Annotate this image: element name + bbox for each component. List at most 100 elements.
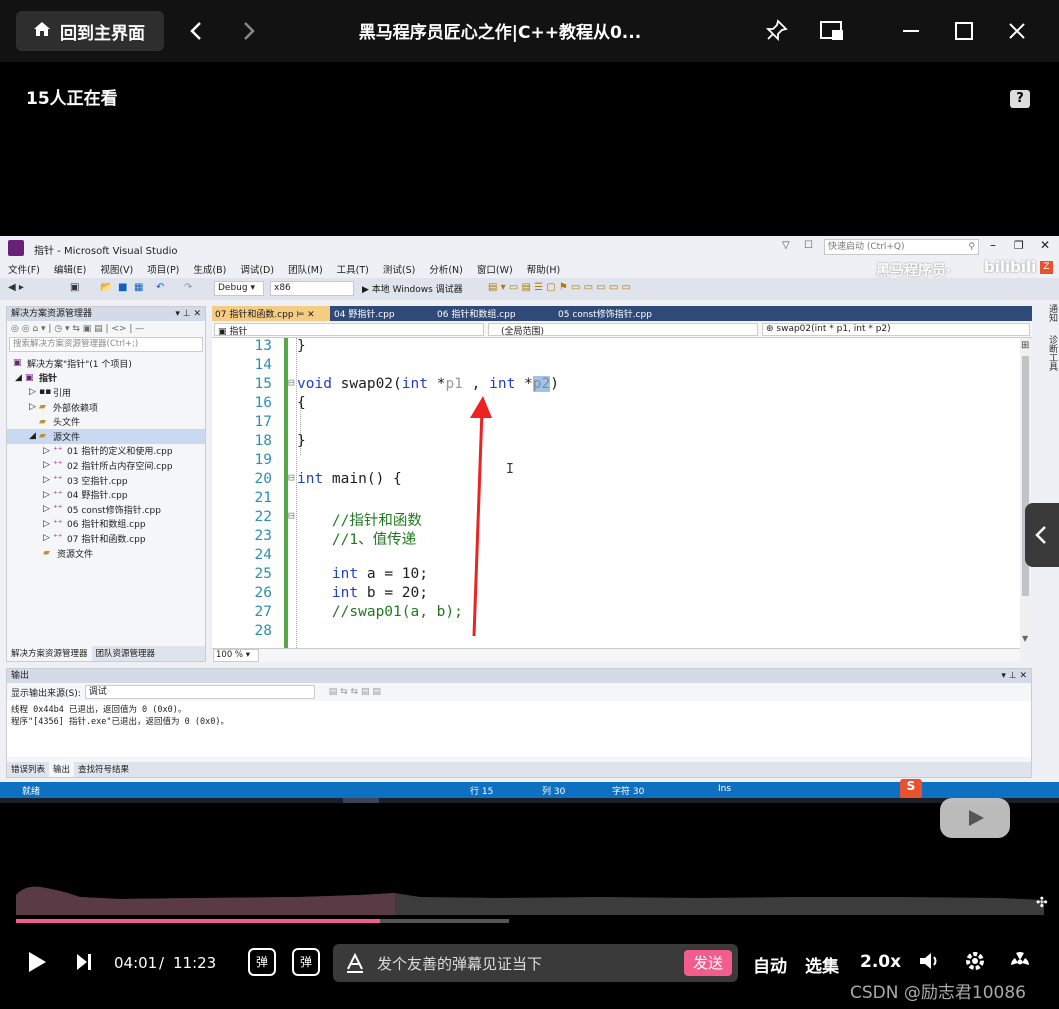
tab-file[interactable]: 05 const修饰指针.cpp xyxy=(558,307,652,320)
tab-active-file[interactable]: 07 指针和函数.cpp ⊨ ✕ xyxy=(212,306,330,321)
tab-solution-explorer[interactable]: 解决方案资源管理器 xyxy=(7,646,92,661)
output-toolbar-icons[interactable]: ▤ ⇆ ⇆ ▤ ▤ xyxy=(329,687,381,697)
tab-output[interactable]: 输出 xyxy=(49,762,75,777)
tree-file[interactable]: ▷ ⁺⁺ 06 指针和数组.cpp xyxy=(7,517,205,532)
menu-analyze[interactable]: 分析(N) xyxy=(429,262,463,276)
settings-gear-icon[interactable] xyxy=(964,950,986,976)
vs-close-icon[interactable]: ✕ xyxy=(1040,238,1050,252)
minimize-icon[interactable] xyxy=(891,11,931,51)
maximize-icon[interactable] xyxy=(944,11,984,51)
tab-file[interactable]: 04 野指针.cpp xyxy=(334,307,395,320)
tree-external-deps[interactable]: ▷ ▰ 外部依赖项 xyxy=(7,400,205,415)
mini-window-icon[interactable] xyxy=(812,11,852,51)
menu-edit[interactable]: 编辑(E) xyxy=(54,262,86,276)
play-icon[interactable] xyxy=(26,950,48,978)
zoom-select[interactable]: 100 % ▾ xyxy=(213,649,259,662)
tree-file[interactable]: ▷ ⁺⁺ 03 空指针.cpp xyxy=(7,473,205,488)
config-select[interactable]: Debug ▾ xyxy=(214,281,264,296)
collapse-icon[interactable]: ⊟ xyxy=(288,471,295,484)
new-project-icon[interactable]: ▣ xyxy=(70,282,79,293)
collapse-icon[interactable]: ⊟ xyxy=(288,509,295,522)
danmaku-toggle-icon[interactable]: 弹 xyxy=(248,948,276,976)
nav-back-icon[interactable]: ◀ ▸ xyxy=(8,282,24,293)
tree-source-files[interactable]: ◢ ▰ 源文件 xyxy=(7,428,205,444)
tree-resource-files[interactable]: ▰ 资源文件 xyxy=(7,546,205,561)
tree-headers[interactable]: ▰ 头文件 xyxy=(7,414,205,429)
scroll-down-icon[interactable]: ▼ xyxy=(1022,634,1028,643)
nav-member-select[interactable]: ⊛ swap02(int * p1, int * p2) xyxy=(762,323,1030,336)
menu-window[interactable]: 窗口(W) xyxy=(477,262,513,276)
output-source-select[interactable]: 调试 xyxy=(84,685,315,699)
tree-file[interactable]: ▷ ⁺⁺ 04 野指针.cpp xyxy=(7,487,205,502)
tab-file[interactable]: 06 指针和数组.cpp xyxy=(437,307,516,320)
menu-project[interactable]: 项目(P) xyxy=(147,262,179,276)
tree-file[interactable]: ▷ ⁺⁺ 02 指针所占内存空间.cpp xyxy=(7,458,205,473)
diagnostics-tab[interactable]: 诊断工具 xyxy=(1047,335,1057,371)
tree-project[interactable]: ◢ ▣ 指针 xyxy=(7,371,205,386)
menu-file[interactable]: 文件(F) xyxy=(8,262,40,276)
nav-scope-select[interactable]: (全局范围) xyxy=(488,323,758,337)
save-icon[interactable]: ■ xyxy=(118,282,127,293)
close-icon[interactable] xyxy=(997,11,1037,51)
side-panel-toggle[interactable] xyxy=(1025,503,1059,567)
next-icon[interactable] xyxy=(75,952,93,976)
home-button[interactable]: 回到主界面 xyxy=(16,11,164,51)
video-frame[interactable]: 指针 - Microsoft Visual Studio ▽ ☐ 快速启动 (C… xyxy=(0,236,1059,803)
panel-pin-icon[interactable]: ▾ ⊥ ✕ xyxy=(175,307,205,321)
split-icon[interactable]: ⊞ xyxy=(1021,340,1029,351)
forward-icon[interactable] xyxy=(229,11,269,51)
danmaku-input[interactable]: 发个友善的弹幕见证当下 xyxy=(333,944,738,982)
explorer-search-input[interactable]: 搜索解决方案资源管理器(Ctrl+;) xyxy=(9,337,203,352)
open-file-icon[interactable]: 📂 xyxy=(100,282,112,293)
tab-team-explorer[interactable]: 团队资源管理器 xyxy=(92,646,160,661)
progress-bar[interactable] xyxy=(16,919,380,923)
toolbar-extra-icon[interactable]: ▤ ▾ ▭ ▤ ☰ ▢ ⚑ ▭ ▭ ▭ ▭ ▭ xyxy=(488,282,631,293)
editor-scrollbar[interactable]: ⊞ ▼ xyxy=(1020,338,1032,648)
panel-pin-icon[interactable]: ▾ ⊥ ✕ xyxy=(1001,669,1031,683)
speed-button[interactable]: 2.0x xyxy=(860,952,901,972)
notifications-tab[interactable]: 通知 xyxy=(1047,304,1057,322)
menu-test[interactable]: 测试(S) xyxy=(383,262,415,276)
run-debugger-button[interactable]: ▶ 本地 Windows 调试器 xyxy=(362,282,463,295)
tree-references[interactable]: ▷ ▪▪ 引用 xyxy=(7,385,205,400)
quick-launch-input[interactable]: 快速启动 (Ctrl+Q) ⚲ xyxy=(824,239,979,255)
menu-team[interactable]: 团队(M) xyxy=(288,262,323,276)
collapse-icon[interactable]: ⊟ xyxy=(288,376,295,389)
tree-file[interactable]: ▷ ⁺⁺ 05 const修饰指针.cpp xyxy=(7,502,205,517)
volume-icon[interactable] xyxy=(918,950,942,976)
menu-view[interactable]: 视图(V) xyxy=(100,262,133,276)
code-editor[interactable]: 13} 14 15 ⊟ void swap02(int *p1 , int *p… xyxy=(212,338,1020,648)
undo-icon[interactable]: ↶ xyxy=(156,282,164,293)
save-all-icon[interactable]: ▦ xyxy=(134,282,143,293)
platform-select[interactable]: x86 xyxy=(270,281,354,296)
right-tool-rail: 通知 诊断工具 xyxy=(1036,300,1059,430)
pin-icon[interactable] xyxy=(756,11,796,51)
tab-error-list[interactable]: 错误列表 xyxy=(7,762,49,777)
nav-project-select[interactable]: ▣ 指针 xyxy=(214,323,484,337)
output-log: 线程 0x44b4 已退出，返回值为 0 (0x0)。 程序"[4356] 指针… xyxy=(7,701,1031,757)
tab-find-symbol[interactable]: 查找符号结果 xyxy=(74,762,133,777)
danmaku-settings-icon[interactable]: 弹 xyxy=(292,948,320,976)
text-style-icon[interactable] xyxy=(345,953,365,973)
tree-solution[interactable]: ▣ 解决方案"指针"(1 个项目) xyxy=(7,356,205,371)
feedback-icon[interactable]: ☐ xyxy=(804,240,813,251)
radiation-icon[interactable] xyxy=(1008,950,1032,976)
ime-icon[interactable]: S xyxy=(900,779,922,799)
filter-icon[interactable]: ▽ xyxy=(782,240,790,251)
menu-tools[interactable]: 工具(T) xyxy=(337,262,369,276)
send-danmaku-button[interactable]: 发送 xyxy=(684,950,732,976)
redo-icon[interactable]: ↷ xyxy=(184,282,192,293)
help-icon[interactable]: ? xyxy=(1010,90,1030,108)
auto-quality-button[interactable]: 自动 xyxy=(753,952,787,977)
scrub-handle-icon[interactable]: ✣ xyxy=(1036,895,1048,911)
menu-build[interactable]: 生成(B) xyxy=(193,262,226,276)
vs-restore-icon[interactable]: ❐ xyxy=(1014,239,1024,252)
tree-file[interactable]: ▷ ⁺⁺ 01 指针的定义和使用.cpp xyxy=(7,444,205,459)
tab-close-icon[interactable]: ⊨ ✕ xyxy=(296,310,314,320)
menu-help[interactable]: 帮助(H) xyxy=(527,262,561,276)
back-icon[interactable] xyxy=(176,11,216,51)
vs-minimize-icon[interactable]: – xyxy=(990,238,996,252)
episodes-button[interactable]: 选集 xyxy=(805,952,839,977)
menu-debug[interactable]: 调试(D) xyxy=(240,262,274,276)
tree-file[interactable]: ▷ ⁺⁺ 07 指针和函数.cpp xyxy=(7,531,205,546)
